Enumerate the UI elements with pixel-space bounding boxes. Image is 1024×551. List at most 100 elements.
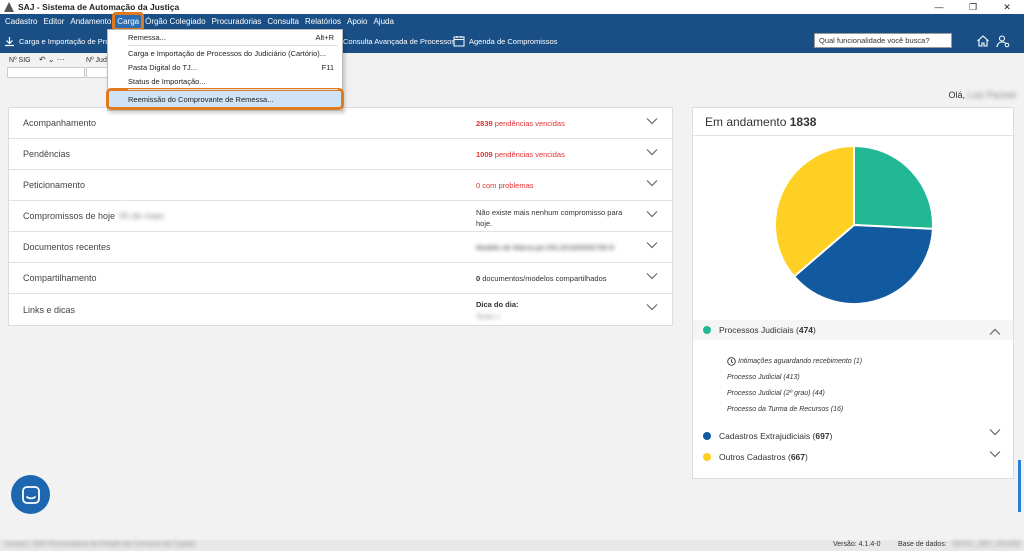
- menu-separator: [128, 45, 338, 46]
- accordion-row-peticionamento[interactable]: Peticionamento 0 com problemas: [9, 170, 672, 201]
- chevron-down-icon[interactable]: [646, 117, 658, 125]
- chevron-down-icon[interactable]: [646, 241, 658, 249]
- menu-relatorios[interactable]: Relatórios: [302, 14, 344, 29]
- menu-cadastro[interactable]: Cadastro: [2, 14, 40, 29]
- menu-ajuda[interactable]: Ajuda: [370, 14, 396, 29]
- chart-total: 1838: [789, 115, 817, 129]
- title-bar: SAJ - Sistema de Automação da Justiça — …: [0, 0, 1024, 14]
- chat-support-button[interactable]: [11, 475, 50, 514]
- row-label: Pendências: [23, 149, 71, 159]
- menu-carga[interactable]: Carga: [112, 12, 145, 31]
- menu-orgao-colegiado[interactable]: Órgão Colegiado: [142, 14, 208, 29]
- shortcut: F11: [321, 63, 334, 72]
- shortcut: Alt+R: [315, 33, 334, 42]
- accordion-row-pendencias[interactable]: Pendências 1009 pendências vencidas: [9, 139, 672, 170]
- row-label: Compartilhamento: [23, 273, 97, 283]
- chevron-down-icon[interactable]: [989, 428, 1001, 436]
- em-andamento-panel: Em andamento 1838 Processos Judiciais (4…: [692, 107, 1014, 479]
- accordion-row-compromissos[interactable]: Compromissos de hoje 05 de maio Não exist…: [9, 201, 672, 232]
- legend-dot: [703, 432, 711, 440]
- consulta-avancada-label: Consulta Avançada de Processos: [343, 36, 456, 46]
- legend-dot: [703, 453, 711, 461]
- status-bar: Usuário: SAP Procuradoria do Estado da C…: [0, 540, 1024, 551]
- chevron-down-icon[interactable]: [989, 450, 1001, 458]
- row-label: Compromissos de hoje 05 de maio: [23, 211, 164, 221]
- calendar-icon: [453, 36, 465, 47]
- chat-icon: [21, 485, 40, 504]
- user-name: Luiz Pacheli: [967, 90, 1016, 100]
- sig-label: Nº SIG: [9, 57, 31, 64]
- menu-item-status-importacao[interactable]: Status de Importação...: [128, 77, 334, 86]
- agenda-label: Agenda de Compromissos: [469, 36, 558, 46]
- row-info: 0 com problemas: [476, 181, 534, 190]
- sublist-item[interactable]: Processo da Turma de Recursos (16): [727, 401, 862, 417]
- legend-dot: [703, 326, 711, 334]
- status-db-value: SRV01_DEV_0010SE: [952, 541, 1022, 548]
- status-version: Versão: 4.1.4-0: [833, 541, 881, 548]
- consulta-avancada-button[interactable]: Consulta Avançada de Processos: [343, 29, 455, 53]
- maximize-button[interactable]: ❐: [956, 0, 990, 14]
- window-title: SAJ - Sistema de Automação da Justiça: [18, 2, 180, 12]
- row-info: Não existe mais nenhum compromisso para h…: [476, 208, 623, 228]
- row-info: Dica do dia: Texto 1: [476, 300, 519, 321]
- chevron-down-icon[interactable]: [646, 179, 658, 187]
- menu-procuradorias[interactable]: Procuradorias: [209, 14, 265, 29]
- menu-bar: Cadastro Editor Andamento Carga Órgão Co…: [0, 12, 1024, 31]
- menu-consulta[interactable]: Consulta: [264, 14, 302, 29]
- status-db-label: Base de dados:: [898, 541, 947, 548]
- menu-editor[interactable]: Editor: [40, 14, 67, 29]
- home-icon[interactable]: [976, 34, 990, 48]
- accordion-row-links-dicas[interactable]: Links e dicas Dica do dia: Texto 1: [9, 294, 672, 325]
- row-label: Links e dicas: [23, 305, 76, 315]
- jud-number-input[interactable]: [86, 67, 108, 78]
- pie-chart: [774, 144, 934, 305]
- accordion-row-compartilhamento[interactable]: Compartilhamento 0 documentos/modelos co…: [9, 263, 672, 294]
- undo-icon[interactable]: ↶ ⌄ ···: [39, 55, 65, 64]
- legend-cadastros-extrajudiciais[interactable]: Cadastros Extrajudiciais (697): [703, 431, 832, 441]
- minimize-button[interactable]: —: [922, 0, 956, 14]
- row-label: Acompanhamento: [23, 118, 97, 128]
- menu-item-reemissao-comprovante[interactable]: Reemissão do Comprovante de Remessa...: [128, 95, 334, 104]
- chevron-down-icon[interactable]: [646, 272, 658, 280]
- menu-separator: [128, 89, 338, 90]
- row-info: Modelo de Marca.pe.DN.2016/0000700-8: [476, 243, 615, 252]
- download-icon: [5, 36, 14, 46]
- carga-dropdown-menu: Remessa... Alt+R Carga e Importação de Pr…: [106, 29, 344, 111]
- menu-item-pasta-digital[interactable]: Pasta Digital do TJ... F11: [128, 63, 334, 72]
- scrollbar-thumb[interactable]: [1018, 460, 1021, 512]
- legend-outros-cadastros[interactable]: Outros Cadastros (667): [703, 452, 808, 462]
- menu-item-carga-importacao[interactable]: Carga e Importação de Processos do Judic…: [128, 49, 334, 58]
- sublist-item[interactable]: Processo Judicial (2º grau) (44): [727, 385, 862, 401]
- carga-importacao-button[interactable]: Carga e Importação de Pro: [4, 29, 109, 53]
- search-input[interactable]: Qual funcionalidade você busca?: [814, 33, 952, 48]
- carga-importacao-label: Carga e Importação de Pro: [19, 36, 110, 46]
- greeting: Olá, Luiz Pacheli: [948, 90, 1016, 100]
- dashboard-accordion: Acompanhamento 2839 pendências vencidas …: [8, 107, 673, 326]
- processos-judiciais-sublist: Intimações aguardando recebimento (1) Pr…: [727, 353, 862, 417]
- clock-icon: [727, 356, 736, 366]
- chevron-down-icon[interactable]: [646, 148, 658, 156]
- sig-number-input[interactable]: [7, 67, 85, 78]
- chevron-down-icon[interactable]: [646, 210, 658, 218]
- agenda-button[interactable]: Agenda de Compromissos: [453, 29, 557, 53]
- chevron-down-icon[interactable]: [646, 303, 658, 311]
- sublist-item[interactable]: Intimações aguardando recebimento (1): [727, 353, 862, 369]
- row-info: 1009 pendências vencidas: [476, 150, 565, 159]
- row-info: 2839 pendências vencidas: [476, 119, 565, 128]
- app-logo-icon: [4, 2, 14, 12]
- sublist-item[interactable]: Processo Judicial (413): [727, 369, 862, 385]
- menu-apoio[interactable]: Apoio: [344, 14, 370, 29]
- menu-andamento[interactable]: Andamento: [67, 14, 114, 29]
- pie-slice-processos-judiciais[interactable]: [853, 144, 934, 230]
- menu-item-remessa[interactable]: Remessa... Alt+R: [128, 33, 334, 42]
- accordion-row-documentos[interactable]: Documentos recentes Modelo de Marca.pe.D…: [9, 232, 672, 263]
- row-info: 0 documentos/modelos compartilhados: [476, 274, 607, 283]
- process-number-fields: Nº SIG ↶ ⌄ ··· Nº Jud: [0, 55, 120, 81]
- row-label: Peticionamento: [23, 180, 86, 190]
- user-settings-icon[interactable]: [996, 34, 1010, 48]
- chevron-up-icon[interactable]: [989, 328, 1001, 336]
- accordion-row-acompanhamento[interactable]: Acompanhamento 2839 pendências vencidas: [9, 108, 672, 139]
- close-button[interactable]: ✕: [990, 0, 1024, 14]
- jud-label: Nº Jud: [86, 57, 107, 64]
- legend-processos-judiciais[interactable]: Processos Judiciais (474): [703, 325, 816, 335]
